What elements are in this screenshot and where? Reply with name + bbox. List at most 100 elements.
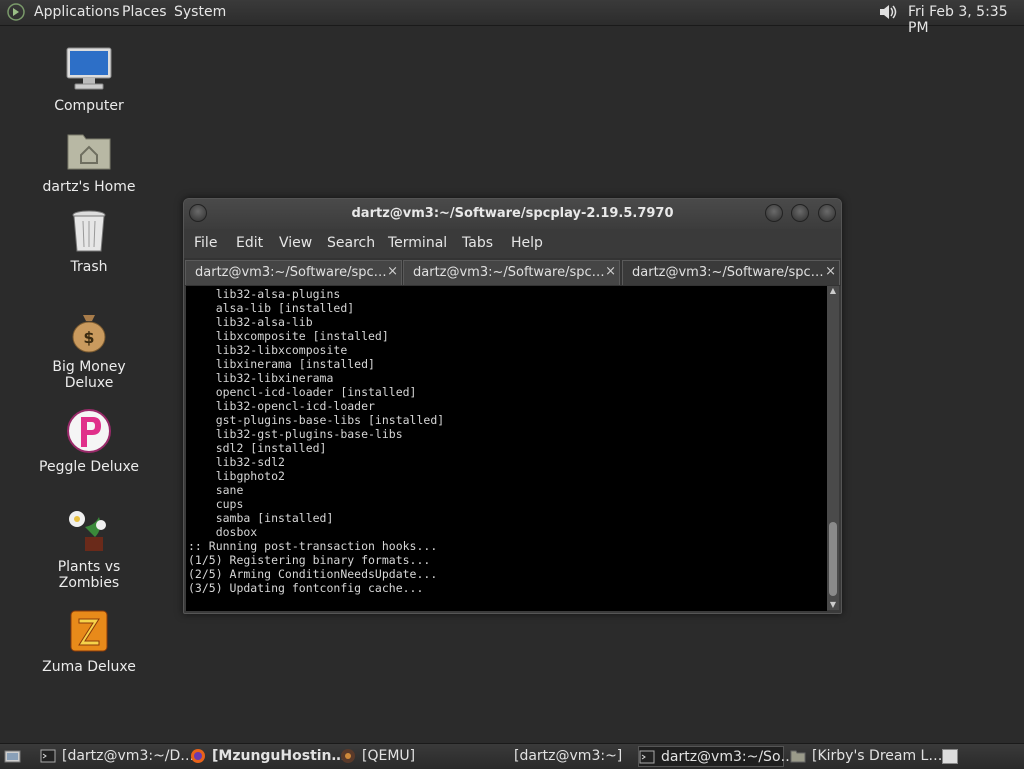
places-menu[interactable]: Places <box>122 4 167 20</box>
menu-search[interactable]: Search <box>327 235 375 251</box>
terminal-line: lib32-gst-plugins-base-libs <box>188 427 403 441</box>
terminal-line: lib32-alsa-lib <box>188 315 313 329</box>
trash-icon <box>72 210 106 252</box>
scroll-up-arrow-icon[interactable]: ▲ <box>828 286 838 296</box>
system-menu[interactable]: System <box>174 4 226 20</box>
peggle-icon <box>67 409 111 453</box>
terminal-line: lib32-opencl-icd-loader <box>188 399 375 413</box>
terminal-output[interactable]: lib32-alsa-plugins alsa-lib [installed] … <box>186 286 827 611</box>
taskbar-item-label: dartz@vm3:~/So… <box>661 749 795 765</box>
terminal-line: sdl2 [installed] <box>188 441 327 455</box>
terminal-line: sane <box>188 483 244 497</box>
desktop-icon-home[interactable]: dartz's Home <box>29 127 149 195</box>
window-titlebar[interactable]: dartz@vm3:~/Software/spcplay-2.19.5.7970 <box>184 199 841 229</box>
terminal-tab-2[interactable]: dartz@vm3:~/Software/spc… × <box>403 260 620 285</box>
desktop-icon-label: Plants vs Zombies <box>57 559 121 591</box>
desktop-icon-trash[interactable]: Trash <box>29 207 149 275</box>
maximize-button[interactable] <box>791 204 809 222</box>
terminal-tab-1[interactable]: dartz@vm3:~/Software/spc… × <box>185 260 402 285</box>
taskbar-item-label: [QEMU] <box>362 748 416 764</box>
svg-text:$: $ <box>83 328 94 347</box>
terminal-line: opencl-icd-loader [installed] <box>188 385 417 399</box>
desktop-icon-big-money[interactable]: $ Big Money Deluxe <box>29 307 149 391</box>
taskbar-item[interactable]: [QEMU] <box>340 746 480 767</box>
desktop-icon-zuma[interactable]: Zuma Deluxe <box>29 607 149 675</box>
firefox-icon <box>191 749 205 763</box>
terminal-window[interactable]: dartz@vm3:~/Software/spcplay-2.19.5.7970… <box>183 198 842 614</box>
taskbar-item[interactable]: [MzunguHostin… <box>190 746 346 767</box>
home-folder-icon <box>67 134 111 170</box>
computer-icon <box>66 47 112 90</box>
tab-bar: dartz@vm3:~/Software/spc… × dartz@vm3:~/… <box>184 258 841 286</box>
flower-icon <box>69 511 106 551</box>
terminal-icon <box>40 749 56 763</box>
terminal-line: lib32-libxcomposite <box>188 343 348 357</box>
taskbar-item-label: [MzunguHostin… <box>212 748 346 764</box>
desktop-icon-label: Computer <box>54 98 124 114</box>
terminal-line: libxcomposite [installed] <box>188 329 389 343</box>
terminal-line: lib32-sdl2 <box>188 455 285 469</box>
tab-label: dartz@vm3:~/Software/spc… <box>413 265 605 280</box>
taskbar-item-label: [dartz@vm3:~] <box>514 748 623 764</box>
terminal-line: samba [installed] <box>188 511 334 525</box>
qemu-icon <box>341 749 355 763</box>
terminal-line: lib32-alsa-plugins <box>188 287 341 301</box>
menu-edit[interactable]: Edit <box>236 235 263 251</box>
menu-file[interactable]: File <box>194 235 217 251</box>
folder-icon <box>790 750 806 763</box>
bottom-panel: [dartz@vm3:~/D… [MzunguHostin… [QEMU] [d… <box>0 743 1024 769</box>
taskbar-item[interactable]: [Kirby's Dream L… <box>790 746 942 767</box>
scroll-down-arrow-icon[interactable]: ▼ <box>828 600 838 610</box>
terminal-line: (3/5) Updating fontconfig cache... <box>188 581 424 595</box>
terminal-line: libxinerama [installed] <box>188 357 375 371</box>
top-panel: Applications Places System Fri Feb 3, 5:… <box>0 0 1024 36</box>
desktop-icon-label: Zuma Deluxe <box>42 659 136 675</box>
terminal-line: gst-plugins-base-libs [installed] <box>188 413 445 427</box>
terminal-scrollbar[interactable]: ▲ ▼ <box>827 286 839 610</box>
close-button[interactable] <box>818 204 836 222</box>
terminal-icon <box>639 750 655 764</box>
tab-label: dartz@vm3:~/Software/spc… <box>632 265 824 280</box>
show-desktop-icon[interactable] <box>4 748 21 764</box>
terminal-line: :: Running post-transaction hooks... <box>188 539 438 553</box>
desktop-icon-label: dartz's Home <box>42 179 136 195</box>
blank-window-icon <box>492 748 508 764</box>
volume-icon[interactable] <box>877 2 899 22</box>
desktop-icon-plants-vs-zombies[interactable]: Plants vs Zombies <box>29 507 149 591</box>
clock[interactable]: Fri Feb 3, 5:35 PM <box>908 4 1024 36</box>
money-bag-icon: $ <box>72 315 106 353</box>
terminal-line: alsa-lib [installed] <box>188 301 355 315</box>
window-title: dartz@vm3:~/Software/spcplay-2.19.5.7970 <box>351 206 674 221</box>
desktop-icon-label: Trash <box>70 259 108 275</box>
terminal-line: (1/5) Registering binary formats... <box>188 553 431 567</box>
terminal-line: cups <box>188 497 244 511</box>
applications-menu[interactable]: Applications <box>34 4 120 20</box>
taskbar-item[interactable]: [dartz@vm3:~] <box>492 746 632 767</box>
terminal-line: (2/5) Arming ConditionNeedsUpdate... <box>188 567 438 581</box>
terminal-tab-3[interactable]: dartz@vm3:~/Software/spc… × <box>622 260 840 285</box>
menu-tabs[interactable]: Tabs <box>462 235 493 251</box>
zuma-icon <box>70 610 108 652</box>
tab-close-icon[interactable]: × <box>605 264 616 279</box>
gnome-foot-icon[interactable] <box>7 3 25 21</box>
desktop-icon-label: Big Money Deluxe <box>52 359 126 391</box>
taskbar-item[interactable]: [dartz@vm3:~/D… <box>40 746 194 767</box>
minimize-button[interactable] <box>765 204 783 222</box>
terminal-line: libgphoto2 <box>188 469 285 483</box>
taskbar-item-active[interactable]: dartz@vm3:~/So… <box>638 746 795 767</box>
desktop-icon-computer[interactable]: Computer <box>29 46 149 114</box>
menu-help[interactable]: Help <box>511 235 543 251</box>
terminal-line: dosbox <box>188 525 258 539</box>
menu-terminal[interactable]: Terminal <box>388 235 447 251</box>
tab-label: dartz@vm3:~/Software/spc… <box>195 265 387 280</box>
menu-view[interactable]: View <box>279 235 312 251</box>
tab-close-icon[interactable]: × <box>825 264 836 279</box>
workspace-switcher[interactable] <box>942 749 958 764</box>
taskbar-item-label: [Kirby's Dream L… <box>812 748 943 764</box>
terminal-menubar: File Edit View Search Terminal Tabs Help <box>184 229 841 257</box>
desktop-icon-peggle[interactable]: Peggle Deluxe <box>29 407 149 475</box>
tab-close-icon[interactable]: × <box>387 264 398 279</box>
taskbar-item-label: [dartz@vm3:~/D… <box>62 748 195 764</box>
scrollbar-thumb[interactable] <box>829 522 837 596</box>
terminal-line: lib32-libxinerama <box>188 371 334 385</box>
